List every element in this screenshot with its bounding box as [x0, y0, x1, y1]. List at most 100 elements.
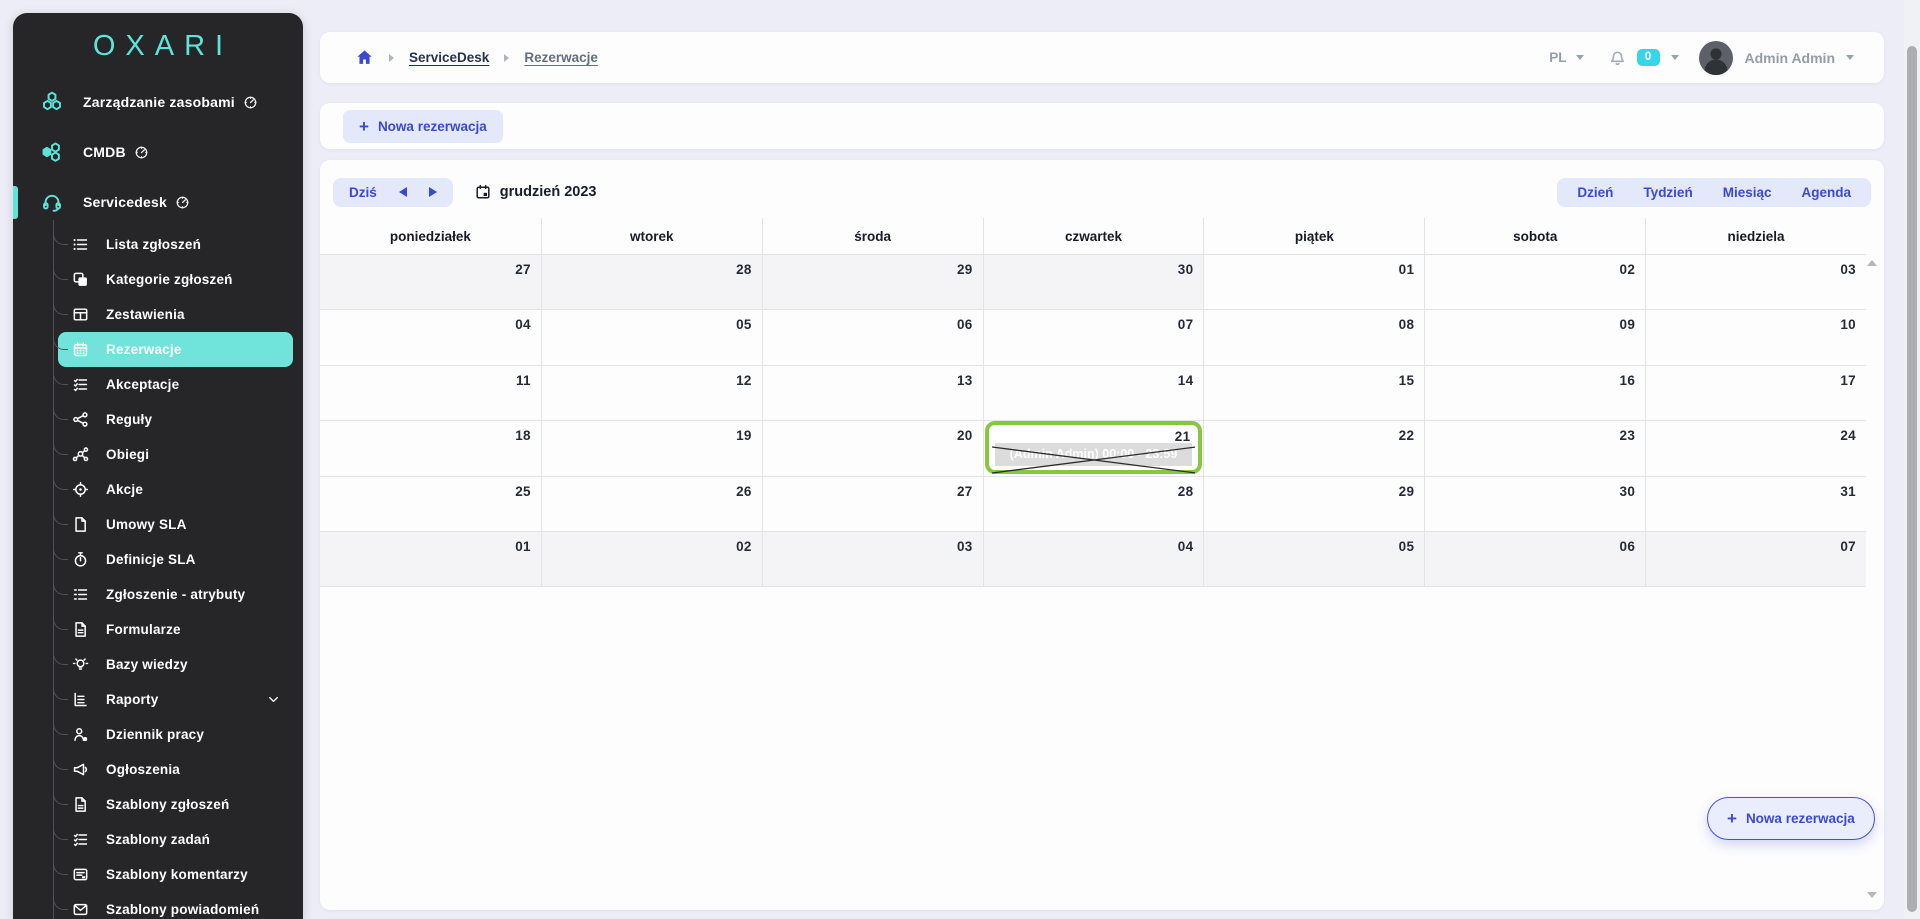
- user-menu-caret-icon[interactable]: [1846, 55, 1854, 60]
- calendar-day-cell[interactable]: 04: [320, 310, 541, 364]
- selected-day-highlight[interactable]: 21(Admin Admin) 00:00 - 23:59: [985, 421, 1203, 473]
- reservation-event[interactable]: (Admin Admin) 00:00 - 23:59: [995, 443, 1193, 466]
- calendar-day-cell[interactable]: 30: [1424, 477, 1645, 531]
- calendar-day-cell[interactable]: 11: [320, 366, 541, 420]
- sidebar-item-servicedesk[interactable]: Servicedesk: [13, 177, 303, 227]
- calendar-day-cell[interactable]: 17: [1645, 366, 1866, 420]
- day-number: 02: [736, 539, 752, 554]
- sidebar-item-szablony-zadań[interactable]: Szablony zadań: [58, 822, 293, 857]
- view-button-agenda[interactable]: Agenda: [1801, 185, 1851, 200]
- view-button-tydzień[interactable]: Tydzień: [1643, 185, 1692, 200]
- page-scrollbar[interactable]: [1904, 0, 1920, 919]
- calendar-day-cell[interactable]: 23: [1424, 421, 1645, 475]
- scroll-up-icon[interactable]: [1867, 260, 1877, 266]
- sidebar-item-szablony-powiadomień[interactable]: Szablony powiadomień: [58, 892, 293, 919]
- calendar-day-cell[interactable]: 07: [1645, 532, 1866, 586]
- notification-caret-icon[interactable]: [1671, 55, 1679, 60]
- sidebar-item-szablony-zgłoszeń[interactable]: Szablony zgłoszeń: [58, 787, 293, 822]
- sidebar-item-reguły[interactable]: Reguły: [58, 402, 293, 437]
- calendar-day-cell[interactable]: 27: [762, 477, 983, 531]
- day-number: 24: [1840, 428, 1856, 443]
- calendar-day-cell[interactable]: 29: [762, 255, 983, 309]
- today-button[interactable]: Dziś: [349, 185, 377, 200]
- calendar-day-cell[interactable]: 03: [762, 532, 983, 586]
- calendar-day-cell[interactable]: 09: [1424, 310, 1645, 364]
- new-reservation-button[interactable]: + Nowa rezerwacja: [343, 110, 503, 143]
- calendar-day-cell[interactable]: 06: [762, 310, 983, 364]
- sidebar-item-obiegi[interactable]: Obiegi: [58, 437, 293, 472]
- calendar-day-cell[interactable]: 25: [320, 477, 541, 531]
- view-button-miesiąc[interactable]: Miesiąc: [1723, 185, 1772, 200]
- sidebar-item-szablony-komentarzy[interactable]: Szablony komentarzy: [58, 857, 293, 892]
- breadcrumb-servicedesk[interactable]: ServiceDesk: [409, 50, 489, 65]
- calendar-day-cell[interactable]: 08: [1203, 310, 1424, 364]
- sidebar-item-dziennik-pracy[interactable]: Dziennik pracy: [58, 717, 293, 752]
- sidebar-item-bazy-wiedzy[interactable]: Bazy wiedzy: [58, 647, 293, 682]
- calendar-day-cell[interactable]: 05: [541, 310, 762, 364]
- calendar-day-cell[interactable]: 01: [320, 532, 541, 586]
- calendar-day-cell[interactable]: 28: [983, 477, 1204, 531]
- day-number: 03: [957, 539, 973, 554]
- sidebar-item-definicje-sla[interactable]: Definicje SLA: [58, 542, 293, 577]
- calendar-day-cell[interactable]: 27: [320, 255, 541, 309]
- calendar-day-cell[interactable]: 07: [983, 310, 1204, 364]
- sidebar-item-raporty[interactable]: Raporty: [58, 682, 293, 717]
- attributes-icon: [72, 586, 89, 603]
- calendar-day-cell[interactable]: 22: [1203, 421, 1424, 475]
- calendar-day-cell[interactable]: 04: [983, 532, 1204, 586]
- calendar-day-cell[interactable]: 02: [1424, 255, 1645, 309]
- avatar[interactable]: [1699, 41, 1733, 75]
- calendar-day-cell[interactable]: 05: [1203, 532, 1424, 586]
- calendar-day-cell[interactable]: 13: [762, 366, 983, 420]
- page-scrollbar-thumb[interactable]: [1907, 46, 1917, 912]
- day-number: 29: [957, 262, 973, 277]
- floating-new-reservation-button[interactable]: + Nowa rezerwacja: [1707, 797, 1875, 840]
- bell-icon[interactable]: [1608, 48, 1627, 67]
- home-icon[interactable]: [355, 48, 374, 67]
- sidebar-item-rezerwacje[interactable]: Rezerwacje: [58, 332, 293, 367]
- calendar-day-cell[interactable]: 30: [983, 255, 1204, 309]
- calendar-day-cell[interactable]: 21(Admin Admin) 00:00 - 23:59: [983, 421, 1204, 475]
- calendar-day-cell[interactable]: 20: [762, 421, 983, 475]
- calendar-day-cell[interactable]: 15: [1203, 366, 1424, 420]
- sidebar-item-kategorie-zgłoszeń[interactable]: Kategorie zgłoszeń: [58, 262, 293, 297]
- day-number: 18: [515, 428, 531, 443]
- sidebar-item-akceptacje[interactable]: Akceptacje: [58, 367, 293, 402]
- sidebar-item-lista-zgłoszeń[interactable]: Lista zgłoszeń: [58, 227, 293, 262]
- prev-month-icon[interactable]: [399, 187, 407, 197]
- calendar-day-cell[interactable]: 28: [541, 255, 762, 309]
- next-month-icon[interactable]: [429, 187, 437, 197]
- calendar-day-cell[interactable]: 03: [1645, 255, 1866, 309]
- sidebar-item-akcje[interactable]: Akcje: [58, 472, 293, 507]
- language-selector[interactable]: PL: [1549, 50, 1566, 65]
- notification-badge[interactable]: 0: [1637, 49, 1660, 66]
- calendar-day-cell[interactable]: 14: [983, 366, 1204, 420]
- calendar-day-cell[interactable]: 06: [1424, 532, 1645, 586]
- breadcrumb-rezerwacje[interactable]: Rezerwacje: [524, 50, 598, 65]
- scroll-down-icon[interactable]: [1867, 892, 1877, 898]
- calendar-day-cell[interactable]: 12: [541, 366, 762, 420]
- sidebar-item-cmdb[interactable]: CMDB: [13, 127, 303, 177]
- calendar-day-cell[interactable]: 02: [541, 532, 762, 586]
- calendar-day-cell[interactable]: 01: [1203, 255, 1424, 309]
- sidebar-item-ogłoszenia[interactable]: Ogłoszenia: [58, 752, 293, 787]
- calendar-day-cell[interactable]: 19: [541, 421, 762, 475]
- sidebar-item-zestawienia[interactable]: Zestawienia: [58, 297, 293, 332]
- calendar-day-cell[interactable]: 29: [1203, 477, 1424, 531]
- calendar-day-cell[interactable]: 16: [1424, 366, 1645, 420]
- calendar-day-cell[interactable]: 18: [320, 421, 541, 475]
- worklog-icon: [72, 726, 89, 743]
- calendar-week-row: 18 192021(Admin Admin) 00:00 - 23:592223 2…: [320, 421, 1866, 476]
- sidebar-item-zarządzanie-zasobami[interactable]: Zarządzanie zasobami: [13, 77, 303, 127]
- sidebar-item-umowy-sla[interactable]: Umowy SLA: [58, 507, 293, 542]
- language-caret-icon[interactable]: [1576, 55, 1584, 60]
- sidebar-item-formularze[interactable]: Formularze: [58, 612, 293, 647]
- workflow-icon: [72, 446, 89, 463]
- day-number: 07: [1178, 317, 1194, 332]
- calendar-day-cell[interactable]: 24: [1645, 421, 1866, 475]
- calendar-day-cell[interactable]: 31: [1645, 477, 1866, 531]
- view-button-dzień[interactable]: Dzień: [1577, 185, 1613, 200]
- calendar-day-cell[interactable]: 10: [1645, 310, 1866, 364]
- calendar-day-cell[interactable]: 26: [541, 477, 762, 531]
- sidebar-item-zgłoszenie-atrybuty[interactable]: Zgłoszenie - atrybuty: [58, 577, 293, 612]
